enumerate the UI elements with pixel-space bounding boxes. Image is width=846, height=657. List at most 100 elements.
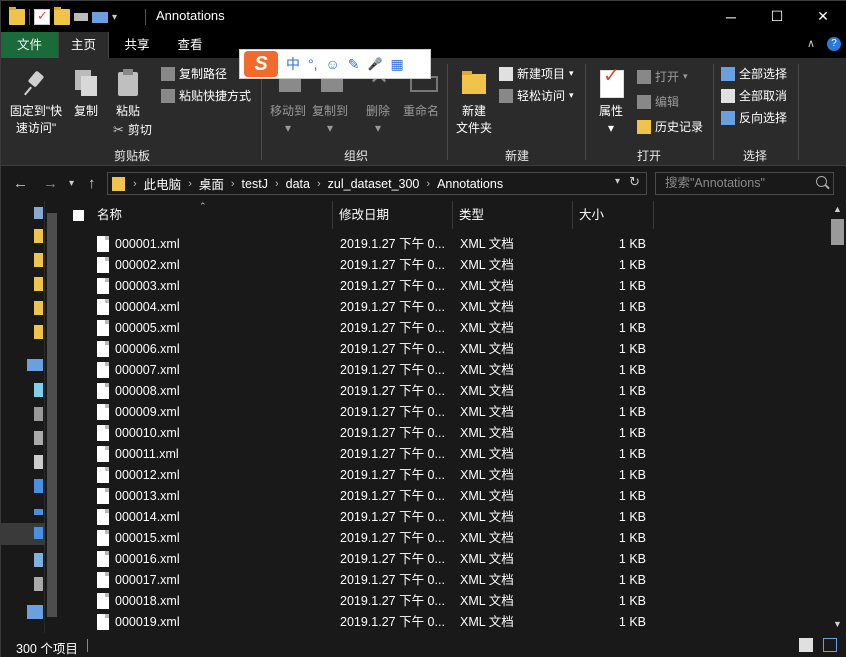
cut-button[interactable]: ✂ 剪切	[113, 121, 152, 138]
address-bar[interactable]: › 此电脑 › 桌面 › testJ › data › zul_dataset_…	[107, 172, 647, 195]
file-list-scrollbar[interactable]: ▲ ▼	[829, 201, 846, 633]
recent-locations-button[interactable]: ▾	[69, 178, 74, 189]
column-header-modified[interactable]: 修改日期	[333, 201, 453, 229]
properties-icon[interactable]	[34, 8, 50, 25]
select-none-button[interactable]: 全部取消	[721, 87, 787, 104]
maximize-button[interactable]: ☐	[754, 1, 800, 32]
file-row[interactable]: 000008.xml 2019.1.27 下午 0... XML 文档 1 KB	[59, 381, 829, 402]
help-icon[interactable]: ?	[827, 37, 841, 51]
file-row[interactable]: 000006.xml 2019.1.27 下午 0... XML 文档 1 KB	[59, 339, 829, 360]
file-row[interactable]: 000017.xml 2019.1.27 下午 0... XML 文档 1 KB	[59, 570, 829, 591]
details-view-button[interactable]	[799, 638, 813, 652]
downloads-icon[interactable]	[34, 479, 43, 493]
select-all-button[interactable]: 全部选择	[721, 65, 787, 82]
copy-path-button[interactable]: 复制路径	[161, 65, 227, 82]
close-button[interactable]: ✕	[800, 1, 846, 32]
pin-to-quick-access-button[interactable]: 固定到"快 速访问"	[7, 68, 65, 137]
customize-dropdown-icon[interactable]: ▾	[112, 12, 117, 23]
quick-access-icon[interactable]	[34, 207, 43, 219]
tab-view[interactable]: 查看	[165, 32, 215, 58]
copy-button[interactable]: 复制	[69, 68, 103, 120]
pane-icon[interactable]	[92, 11, 108, 23]
breadcrumb-testj[interactable]: testJ	[242, 177, 268, 191]
ime-mode-toggle[interactable]: 中	[286, 54, 300, 74]
minimize-button[interactable]: ─	[708, 1, 754, 32]
folder-icon[interactable]	[34, 301, 43, 315]
collapse-ribbon-icon[interactable]: ∧	[807, 37, 815, 50]
grid-icon[interactable]: ▦	[390, 56, 403, 73]
chevron-right-icon[interactable]: ›	[275, 178, 279, 190]
up-button[interactable]: ↑	[88, 175, 96, 192]
chevron-right-icon[interactable]: ›	[426, 178, 430, 190]
skin-icon[interactable]: ✎	[348, 56, 360, 73]
refresh-icon[interactable]: ↻	[629, 174, 640, 190]
navigation-pane-scrollbar[interactable]	[47, 201, 57, 633]
select-all-checkbox[interactable]	[73, 210, 84, 221]
forward-button[interactable]: →	[43, 175, 58, 192]
breadcrumb-dataset[interactable]: zul_dataset_300	[328, 177, 420, 191]
ime-punct-toggle[interactable]: °,	[308, 56, 318, 72]
file-row[interactable]: 000011.xml 2019.1.27 下午 0... XML 文档 1 KB	[59, 444, 829, 465]
drive-icon[interactable]	[34, 577, 43, 591]
breadcrumb-desktop[interactable]: 桌面	[199, 174, 224, 193]
search-input[interactable]: 搜索"Annotations"	[655, 172, 834, 195]
file-row[interactable]: 000010.xml 2019.1.27 下午 0... XML 文档 1 KB	[59, 423, 829, 444]
folder-icon[interactable]	[34, 253, 43, 267]
folder-icon[interactable]	[34, 277, 43, 291]
easy-access-button[interactable]: 轻松访问 ▾	[499, 87, 574, 104]
file-row[interactable]: 000005.xml 2019.1.27 下午 0... XML 文档 1 KB	[59, 318, 829, 339]
new-folder-button[interactable]: 新建 文件夹	[453, 68, 495, 137]
file-row[interactable]: 000013.xml 2019.1.27 下午 0... XML 文档 1 KB	[59, 486, 829, 507]
network-icon[interactable]	[27, 605, 43, 619]
file-row[interactable]: 000014.xml 2019.1.27 下午 0... XML 文档 1 KB	[59, 507, 829, 528]
file-row[interactable]: 000015.xml 2019.1.27 下午 0... XML 文档 1 KB	[59, 528, 829, 549]
edit-button[interactable]: 编辑	[637, 93, 679, 110]
tab-file[interactable]: 文件	[1, 32, 58, 58]
scroll-down-arrow-icon[interactable]: ▼	[833, 619, 842, 629]
breadcrumb-data[interactable]: data	[286, 177, 310, 191]
emoji-icon[interactable]: ☺	[326, 56, 340, 72]
chevron-right-icon[interactable]: ›	[231, 178, 235, 190]
invert-selection-button[interactable]: 反向选择	[721, 109, 787, 126]
column-header-name[interactable]: 名称	[91, 201, 333, 229]
file-row[interactable]: 000004.xml 2019.1.27 下午 0... XML 文档 1 KB	[59, 297, 829, 318]
open-button[interactable]: 打开 ▾	[637, 68, 688, 85]
paste-button[interactable]: 粘贴	[111, 68, 145, 120]
file-row[interactable]: 000009.xml 2019.1.27 下午 0... XML 文档 1 KB	[59, 402, 829, 423]
chevron-right-icon[interactable]: ›	[317, 178, 321, 190]
back-button[interactable]: ←	[13, 175, 28, 192]
drive-icon[interactable]	[34, 553, 43, 567]
documents-icon[interactable]	[34, 455, 43, 469]
sogou-logo[interactable]: S	[244, 51, 278, 77]
pictures-icon[interactable]	[34, 431, 43, 445]
scrollbar-thumb[interactable]	[47, 213, 57, 617]
tab-home[interactable]: 主页	[58, 32, 109, 58]
tab-share[interactable]: 共享	[109, 32, 165, 58]
file-row[interactable]: 000018.xml 2019.1.27 下午 0... XML 文档 1 KB	[59, 591, 829, 612]
microphone-icon[interactable]: 🎤	[368, 57, 383, 71]
file-row[interactable]: 000012.xml 2019.1.27 下午 0... XML 文档 1 KB	[59, 465, 829, 486]
rename-icon[interactable]	[74, 13, 88, 21]
properties-button[interactable]: 属性▾	[593, 68, 629, 137]
column-header-type[interactable]: 类型	[453, 201, 573, 229]
file-row[interactable]: 000001.xml 2019.1.27 下午 0... XML 文档 1 KB	[59, 234, 829, 255]
chevron-right-icon[interactable]: ›	[133, 178, 137, 190]
breadcrumb-annotations[interactable]: Annotations	[437, 177, 503, 191]
history-button[interactable]: 历史记录	[637, 118, 703, 135]
this-pc-icon[interactable]	[27, 359, 43, 371]
chevron-right-icon[interactable]: ›	[188, 178, 192, 190]
new-item-button[interactable]: 新建项目 ▾	[499, 65, 574, 82]
folder-icon[interactable]	[34, 325, 43, 339]
desktop-item-selected[interactable]	[1, 523, 45, 545]
scroll-up-arrow-icon[interactable]: ▲	[833, 204, 842, 214]
paste-shortcut-button[interactable]: 粘贴快捷方式	[161, 87, 251, 104]
videos-icon[interactable]	[34, 407, 43, 421]
music-icon[interactable]	[34, 509, 43, 515]
scrollbar-thumb[interactable]	[831, 219, 844, 245]
3d-objects-icon[interactable]	[34, 383, 43, 397]
file-row[interactable]: 000003.xml 2019.1.27 下午 0... XML 文档 1 KB	[59, 276, 829, 297]
large-icons-view-button[interactable]	[823, 638, 837, 652]
file-row[interactable]: 000016.xml 2019.1.27 下午 0... XML 文档 1 KB	[59, 549, 829, 570]
new-folder-icon[interactable]	[54, 7, 70, 25]
file-row[interactable]: 000019.xml 2019.1.27 下午 0... XML 文档 1 KB	[59, 612, 829, 633]
